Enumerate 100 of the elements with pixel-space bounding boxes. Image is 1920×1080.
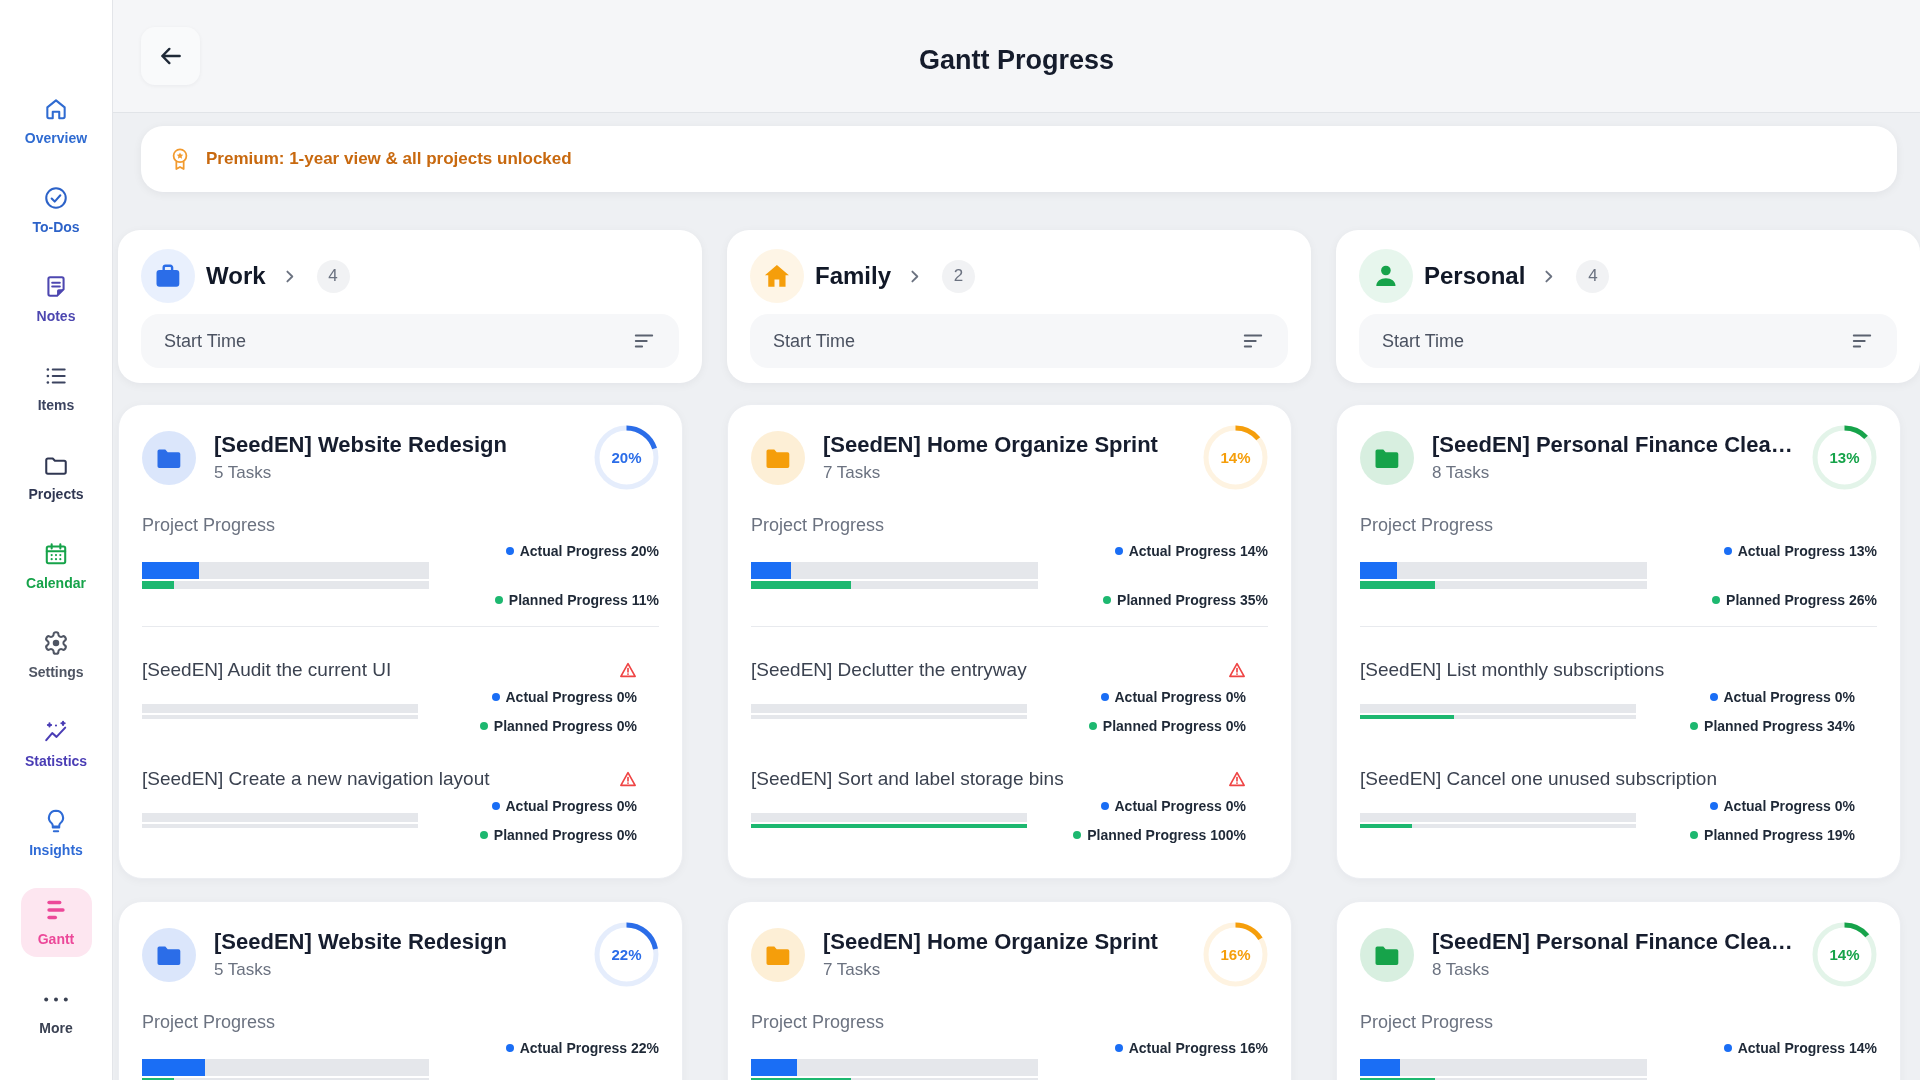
progress-ring — [594, 425, 659, 490]
legend-dot-icon — [1073, 831, 1082, 839]
folder-icon — [142, 927, 196, 982]
folder-icon — [751, 430, 805, 485]
task-count: 7 Tasks — [823, 959, 882, 981]
legend-label: Planned Progress 100% — [1087, 826, 1246, 845]
folder-icon — [142, 430, 196, 485]
legend-dot-icon — [479, 831, 488, 839]
legend-label: Actual Progress 16% — [1128, 1039, 1268, 1058]
sort-dropdown[interactable]: Start Time — [141, 314, 679, 368]
sort-dropdown[interactable]: Start Time — [1359, 314, 1897, 368]
legend-dot-icon — [1723, 547, 1732, 555]
sidebar-nav-item[interactable]: Statistics — [20, 710, 92, 779]
legend-label: Actual Progress 0% — [1723, 797, 1855, 816]
section-label: Project Progress — [751, 514, 886, 537]
group-title: Work — [206, 261, 266, 291]
legend-dot-icon — [491, 802, 500, 810]
sidebar-nav-item[interactable]: More — [20, 977, 92, 1046]
task-count: 7 Tasks — [823, 462, 882, 484]
sidebar-nav-item[interactable]: To-Dos — [20, 176, 92, 245]
group-title: Personal — [1424, 261, 1526, 291]
sort-dropdown[interactable]: Start Time — [750, 314, 1288, 368]
legend-label: Actual Progress 0% — [505, 797, 637, 816]
legend-dot-icon — [1114, 1044, 1123, 1052]
legend-dot-icon — [505, 1044, 514, 1052]
legend-label: Actual Progress 0% — [505, 688, 637, 707]
section-label: Project Progress — [142, 514, 277, 537]
sidebar-nav-item[interactable]: Notes — [20, 265, 92, 334]
progress-ring — [1203, 922, 1268, 987]
legend-dot-icon — [1088, 722, 1097, 730]
project-title: [SeedEN] Website Redesign — [214, 928, 508, 956]
legend-dot-icon — [1723, 1044, 1732, 1052]
section-label: Project Progress — [1360, 514, 1495, 537]
progress-percent: 16% — [1220, 945, 1251, 964]
progress-percent: 14% — [1220, 448, 1251, 467]
sidebar-nav-item[interactable]: Overview — [20, 87, 92, 156]
progress-ring — [1812, 922, 1877, 987]
progress-ring — [1203, 425, 1268, 490]
task-title: [SeedEN] List monthly subscriptions — [1360, 658, 1665, 682]
legend-label: Planned Progress 35% — [1117, 591, 1268, 610]
legend-label: Planned Progress 0% — [1102, 717, 1246, 736]
project-title: [SeedEN] Personal Finance Clea… — [1432, 431, 1794, 459]
legend-dot-icon — [1103, 596, 1112, 604]
legend-dot-icon — [494, 596, 503, 604]
back-button[interactable] — [141, 27, 200, 85]
section-label: Project Progress — [751, 1011, 886, 1034]
legend-label: Actual Progress 20% — [519, 542, 659, 561]
task-count: 8 Tasks — [1432, 462, 1491, 484]
legend-label: Actual Progress 22% — [519, 1039, 659, 1058]
briefcase-icon — [141, 249, 195, 303]
task-title: [SeedEN] Create a new navigation layout — [142, 767, 490, 791]
house-icon — [750, 249, 804, 303]
legend-label: Planned Progress 19% — [1704, 826, 1855, 845]
progress-percent: 13% — [1829, 448, 1860, 467]
folder-icon — [1360, 927, 1414, 982]
sidebar-nav-item[interactable]: Items — [20, 354, 92, 423]
legend-dot-icon — [505, 547, 514, 555]
project-title: [SeedEN] Personal Finance Clea… — [1432, 928, 1794, 956]
task-count: 8 Tasks — [1432, 959, 1491, 981]
premium-text: Premium: 1-year view & all projects unlocked — [206, 148, 572, 171]
sidebar-nav-item[interactable]: Insights — [20, 799, 92, 868]
project-title: [SeedEN] Website Redesign — [214, 431, 508, 459]
sidebar-nav-item[interactable]: Settings — [20, 621, 92, 690]
page-title: Gantt Progress — [918, 43, 1115, 77]
task-title: [SeedEN] Sort and label storage bins — [751, 767, 1064, 791]
legend-dot-icon — [1709, 802, 1718, 810]
legend-label: Actual Progress 14% — [1128, 542, 1268, 561]
sidebar-nav-item[interactable]: Projects — [20, 443, 92, 512]
person-icon — [1359, 249, 1413, 303]
task-title: [SeedEN] Cancel one unused subscription — [1360, 767, 1717, 791]
count-badge: 4 — [1576, 259, 1610, 293]
progress-percent: 14% — [1829, 945, 1860, 964]
task-title: [SeedEN] Audit the current UI — [142, 658, 392, 682]
group-title: Family — [815, 261, 892, 291]
progress-percent: 20% — [611, 448, 642, 467]
progress-ring — [594, 922, 659, 987]
progress-ring — [1812, 425, 1877, 490]
project-title: [SeedEN] Home Organize Sprint — [823, 928, 1159, 956]
legend-label: Actual Progress 0% — [1114, 797, 1246, 816]
progress-percent: 22% — [611, 945, 642, 964]
task-count: 5 Tasks — [214, 959, 273, 981]
section-label: Project Progress — [142, 1011, 277, 1034]
project-title: [SeedEN] Home Organize Sprint — [823, 431, 1159, 459]
legend-dot-icon — [1712, 596, 1721, 604]
legend-label: Actual Progress 14% — [1737, 1039, 1877, 1058]
legend-label: Actual Progress 0% — [1723, 688, 1855, 707]
folder-icon — [1360, 430, 1414, 485]
legend-label: Planned Progress 0% — [493, 826, 637, 845]
legend-label: Planned Progress 11% — [508, 591, 659, 610]
legend-dot-icon — [1100, 802, 1109, 810]
legend-label: Actual Progress 13% — [1737, 542, 1877, 561]
section-label: Project Progress — [1360, 1011, 1495, 1034]
legend-dot-icon — [1690, 722, 1699, 730]
legend-dot-icon — [479, 722, 488, 730]
legend-label: Planned Progress 0% — [493, 717, 637, 736]
legend-dot-icon — [1100, 693, 1109, 701]
legend-label: Planned Progress 34% — [1704, 717, 1855, 736]
task-count: 5 Tasks — [214, 462, 273, 484]
legend-dot-icon — [1114, 547, 1123, 555]
legend-label: Actual Progress 0% — [1114, 688, 1246, 707]
